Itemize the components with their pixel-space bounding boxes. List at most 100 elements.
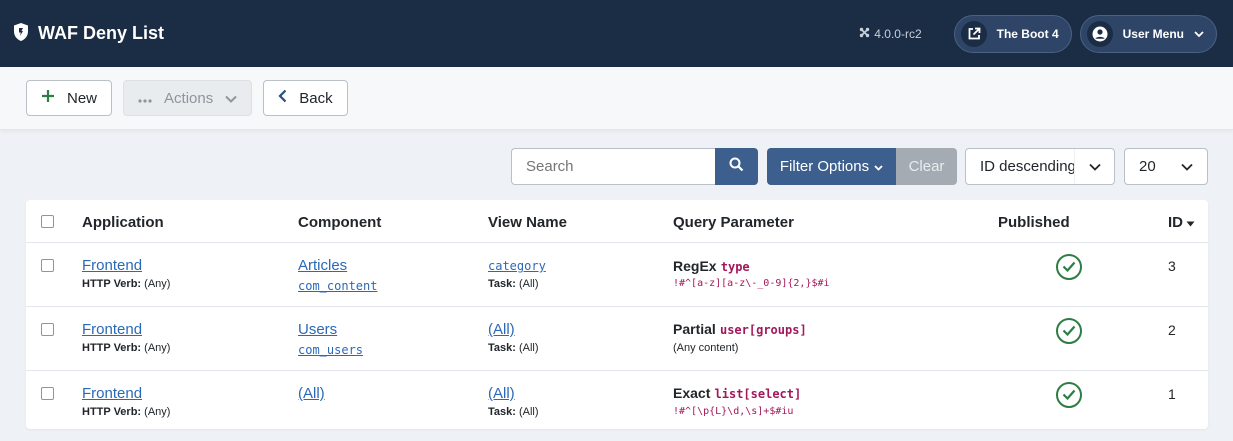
list-limit-value: 20 xyxy=(1139,158,1156,175)
chevron-down-icon xyxy=(1194,27,1204,41)
task-value: (All) xyxy=(518,342,539,354)
task-label: Task: xyxy=(488,406,516,418)
column-header-view[interactable]: View Name xyxy=(488,214,567,231)
site-link-label: The Boot 4 xyxy=(996,26,1059,41)
http-verb: HTTP Verb: (Any) xyxy=(82,278,170,290)
task-label: Task: xyxy=(488,278,516,290)
row-id: 1 xyxy=(1168,386,1176,402)
table-header: Application Component View Name Query Pa… xyxy=(26,200,1208,243)
ordering-select[interactable]: ID descending xyxy=(965,148,1115,185)
search-icon xyxy=(729,157,744,176)
published-toggle[interactable] xyxy=(1056,318,1082,344)
task-label: Task: xyxy=(488,342,516,354)
column-header-application[interactable]: Application xyxy=(82,214,164,231)
search-button[interactable] xyxy=(715,148,758,185)
check-icon xyxy=(1062,259,1076,276)
chevron-down-icon xyxy=(874,158,883,175)
query-param: list[select] xyxy=(714,387,802,401)
row-checkbox[interactable] xyxy=(41,387,54,400)
view-link[interactable]: (All) xyxy=(488,385,515,402)
published-toggle[interactable] xyxy=(1056,254,1082,280)
app-header: WAF Deny List 4.0.0-rc2 The Boot 4 User … xyxy=(0,0,1233,67)
site-link-button[interactable]: The Boot 4 xyxy=(953,14,1072,53)
task: Task: (All) xyxy=(488,278,539,290)
component-code-link[interactable]: com_content xyxy=(298,279,377,293)
table-row: Frontend HTTP Verb: (Any) (All) (All) Ta… xyxy=(26,371,1208,429)
query-parameter: Partial user[groups] xyxy=(673,321,807,338)
query-type: Exact xyxy=(673,385,711,401)
check-icon xyxy=(1062,387,1076,404)
http-verb-label: HTTP Verb: xyxy=(82,342,142,354)
plus-icon xyxy=(41,89,55,107)
filter-bar: Filter Options Clear ID descending 20 xyxy=(0,148,1233,185)
row-id: 2 xyxy=(1168,322,1176,338)
clear-button[interactable]: Clear xyxy=(896,148,957,185)
row-checkbox[interactable] xyxy=(41,323,54,336)
list-limit-select[interactable]: 20 xyxy=(1124,148,1208,185)
application-link[interactable]: Frontend xyxy=(82,385,142,402)
sort-desc-icon xyxy=(1186,214,1195,231)
table-row: Frontend HTTP Verb: (Any) Users com_user… xyxy=(26,307,1208,371)
query-value: (Any content) xyxy=(673,342,739,354)
actions-label: Actions xyxy=(164,89,214,107)
new-button[interactable]: New xyxy=(26,80,113,116)
filter-options-button[interactable]: Filter Options xyxy=(767,148,896,185)
table-row: Frontend HTTP Verb: (Any) Articles com_c… xyxy=(26,243,1208,307)
ordering-value: ID descending xyxy=(980,158,1076,175)
http-verb-value: (Any) xyxy=(144,406,171,418)
user-menu-button[interactable]: User Menu xyxy=(1079,14,1217,53)
select-all-checkbox[interactable] xyxy=(41,215,54,228)
query-parameter: Exact list[select] xyxy=(673,385,801,402)
view-link[interactable]: category xyxy=(488,259,546,273)
column-header-id-label: ID xyxy=(1168,214,1183,231)
task-value: (All) xyxy=(518,278,539,290)
actions-dropdown[interactable]: Actions xyxy=(123,80,253,116)
application-link[interactable]: Frontend xyxy=(82,257,142,274)
new-button-label: New xyxy=(67,89,98,107)
published-toggle[interactable] xyxy=(1056,382,1082,408)
column-header-query[interactable]: Query Parameter xyxy=(673,214,794,231)
query-param: user[groups] xyxy=(719,323,807,337)
view-link[interactable]: (All) xyxy=(488,321,515,338)
component-link[interactable]: (All) xyxy=(298,385,325,402)
application-link[interactable]: Frontend xyxy=(82,321,142,338)
deny-list-table: Application Component View Name Query Pa… xyxy=(26,200,1208,429)
query-value: !#^[\p{L}\d,\s]+$#iu xyxy=(673,406,794,417)
toolbar: New Actions Back xyxy=(0,67,1233,130)
version-indicator: 4.0.0-rc2 xyxy=(859,26,922,41)
row-checkbox[interactable] xyxy=(41,259,54,272)
check-icon xyxy=(1062,323,1076,340)
query-param: type xyxy=(720,260,750,274)
component-link[interactable]: Users xyxy=(298,321,337,338)
column-header-id[interactable]: ID xyxy=(1168,214,1195,231)
joomla-icon xyxy=(859,27,870,41)
shield-icon xyxy=(12,22,30,46)
http-verb-label: HTTP Verb: xyxy=(82,406,142,418)
version-text: 4.0.0-rc2 xyxy=(874,26,922,41)
query-type: Partial xyxy=(673,321,716,337)
page-title: WAF Deny List xyxy=(38,23,165,43)
component-code-link[interactable]: com_users xyxy=(298,343,363,357)
chevron-down-icon xyxy=(1074,149,1114,184)
http-verb-label: HTTP Verb: xyxy=(82,278,142,290)
chevron-left-icon xyxy=(278,89,287,107)
http-verb: HTTP Verb: (Any) xyxy=(82,406,170,418)
query-parameter: RegEx type xyxy=(673,258,750,275)
column-header-component[interactable]: Component xyxy=(298,214,381,231)
back-button-label: Back xyxy=(299,89,333,107)
user-icon xyxy=(1086,20,1113,47)
search-input[interactable] xyxy=(511,148,716,185)
query-type: RegEx xyxy=(673,258,717,274)
task: Task: (All) xyxy=(488,342,539,354)
http-verb-value: (Any) xyxy=(144,278,171,290)
back-button[interactable]: Back xyxy=(263,80,348,116)
component-link[interactable]: Articles xyxy=(298,257,347,274)
external-link-icon xyxy=(960,20,987,47)
brand: WAF Deny List xyxy=(12,22,164,46)
chevron-down-icon xyxy=(225,90,237,107)
filter-options-label: Filter Options xyxy=(779,158,870,175)
user-menu-label: User Menu xyxy=(1122,26,1184,41)
column-header-published[interactable]: Published xyxy=(998,214,1070,231)
task: Task: (All) xyxy=(488,406,539,418)
http-verb-value: (Any) xyxy=(144,342,171,354)
